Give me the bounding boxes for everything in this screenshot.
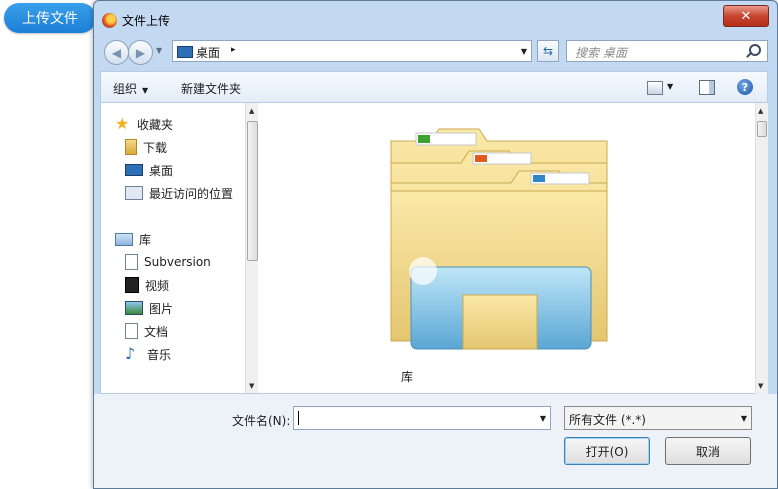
chevron-down-icon: ▼ [142,86,149,95]
scroll-up-icon[interactable]: ▲ [758,107,763,115]
scrollbar-thumb[interactable] [757,121,767,137]
nav-scrollbar[interactable]: ▲ ▼ [245,103,258,393]
nav-label: 最近访问的位置 [149,186,234,201]
organize-menu[interactable]: 组织 ▼ [113,80,148,97]
nav-label: 桌面 [149,163,174,178]
nav-item-downloads[interactable]: 下载 [125,137,167,157]
address-dropdown-icon[interactable]: ▼ [521,47,527,56]
back-arrow-icon: ◀ [111,45,122,60]
refresh-icon: ⇆ [542,44,554,58]
nav-item-recent[interactable]: 最近访问的位置 [125,183,233,203]
file-type-select[interactable]: 所有文件 (*.*) ▼ [564,406,752,430]
library-item-label[interactable]: 库 [401,368,413,385]
organize-label: 组织 [113,82,138,96]
navigation-bar: ◀ ▶ ▼ 桌面 ▸ ▼ ⇆ 搜索 桌面 [100,39,768,65]
dialog-title: 文件上传 [122,14,171,28]
file-type-value[interactable]: 所有文件 (*.*) [569,411,646,428]
dialog-footer: 文件名(N): ▼ 所有文件 (*.*) ▼ 打开(O) 取消 [94,394,777,488]
nav-label: 下载 [143,140,168,155]
command-toolbar: 组织 ▼ 新建文件夹 ▼ ? [100,71,768,103]
nav-item-subversion[interactable]: Subversion [125,252,211,272]
forward-arrow-icon: ▶ [135,45,146,60]
desktop-icon [177,46,193,58]
search-icon[interactable] [749,44,761,56]
nav-label: 音乐 [147,347,172,362]
nav-label: 图片 [149,301,174,316]
scroll-up-icon[interactable]: ▲ [249,107,254,115]
address-bar[interactable]: 桌面 ▸ ▼ [172,40,532,62]
view-mode-icon[interactable] [647,81,663,95]
star-icon: ★ [115,114,130,133]
refresh-button[interactable]: ⇆ [537,40,559,62]
help-icon[interactable]: ? [737,79,753,95]
recent-places-icon [125,186,143,200]
address-location[interactable]: 桌面 [196,44,220,61]
file-list: 库 [258,103,755,394]
back-button[interactable]: ◀ [104,40,129,65]
nav-label: Subversion [144,255,211,269]
nav-item-favorites[interactable]: ★ 收藏夹 [115,114,173,134]
nav-item-music[interactable]: ♪ 音乐 [125,344,171,364]
scroll-down-icon[interactable]: ▼ [249,382,254,390]
history-dropdown-icon[interactable]: ▼ [156,46,162,55]
nav-label: 文档 [144,324,169,339]
scrollbar-thumb[interactable] [247,121,258,261]
video-icon [125,277,139,293]
title-bar: 文件上传 ✕ [94,1,777,39]
nav-item-desktop[interactable]: 桌面 [125,160,173,180]
music-note-icon: ♪ [125,344,136,363]
filename-input[interactable]: ▼ [293,406,551,430]
preview-pane-icon[interactable] [699,80,715,95]
firefox-icon [102,13,117,28]
nav-label: 库 [139,232,152,247]
filename-label: 文件名(N): [232,414,291,428]
nav-item-documents[interactable]: 文档 [125,321,168,341]
nav-label: 收藏夹 [137,117,174,132]
library-folder-icon[interactable] [383,121,623,371]
cancel-button[interactable]: 取消 [665,437,751,465]
nav-label: 视频 [145,278,170,293]
download-folder-icon [125,139,137,155]
text-caret [298,411,299,425]
library-icon [115,232,133,246]
desktop-icon [125,164,143,176]
filename-dropdown-icon[interactable]: ▼ [540,414,546,423]
open-button[interactable]: 打开(O) [564,437,650,465]
close-button[interactable]: ✕ [723,5,769,27]
breadcrumb-arrow-icon[interactable]: ▸ [231,45,236,55]
navigation-pane: ★ 收藏夹 下载 桌面 最近访问的位置 库 Subversion 视频 图片 文档… [100,103,258,394]
document-icon [125,254,138,270]
picture-icon [125,301,143,315]
search-placeholder[interactable]: 搜索 桌面 [575,44,627,61]
view-dropdown-icon[interactable]: ▼ [667,82,673,91]
nav-item-videos[interactable]: 视频 [125,275,169,295]
upload-file-button[interactable]: 上传文件 [4,3,96,33]
content-scrollbar[interactable]: ▲ ▼ [755,103,768,394]
document-icon [125,323,138,339]
search-box[interactable]: 搜索 桌面 [566,40,768,62]
forward-button[interactable]: ▶ [128,40,153,65]
file-upload-dialog: 文件上传 ✕ ◀ ▶ ▼ 桌面 ▸ ▼ ⇆ 搜索 桌面 组织 ▼ 新建文件夹 ▼ … [93,0,778,489]
chevron-down-icon[interactable]: ▼ [741,414,747,423]
new-folder-button[interactable]: 新建文件夹 [181,80,241,97]
scroll-down-icon[interactable]: ▼ [758,382,763,390]
nav-item-pictures[interactable]: 图片 [125,298,173,318]
nav-item-libraries[interactable]: 库 [115,229,151,249]
